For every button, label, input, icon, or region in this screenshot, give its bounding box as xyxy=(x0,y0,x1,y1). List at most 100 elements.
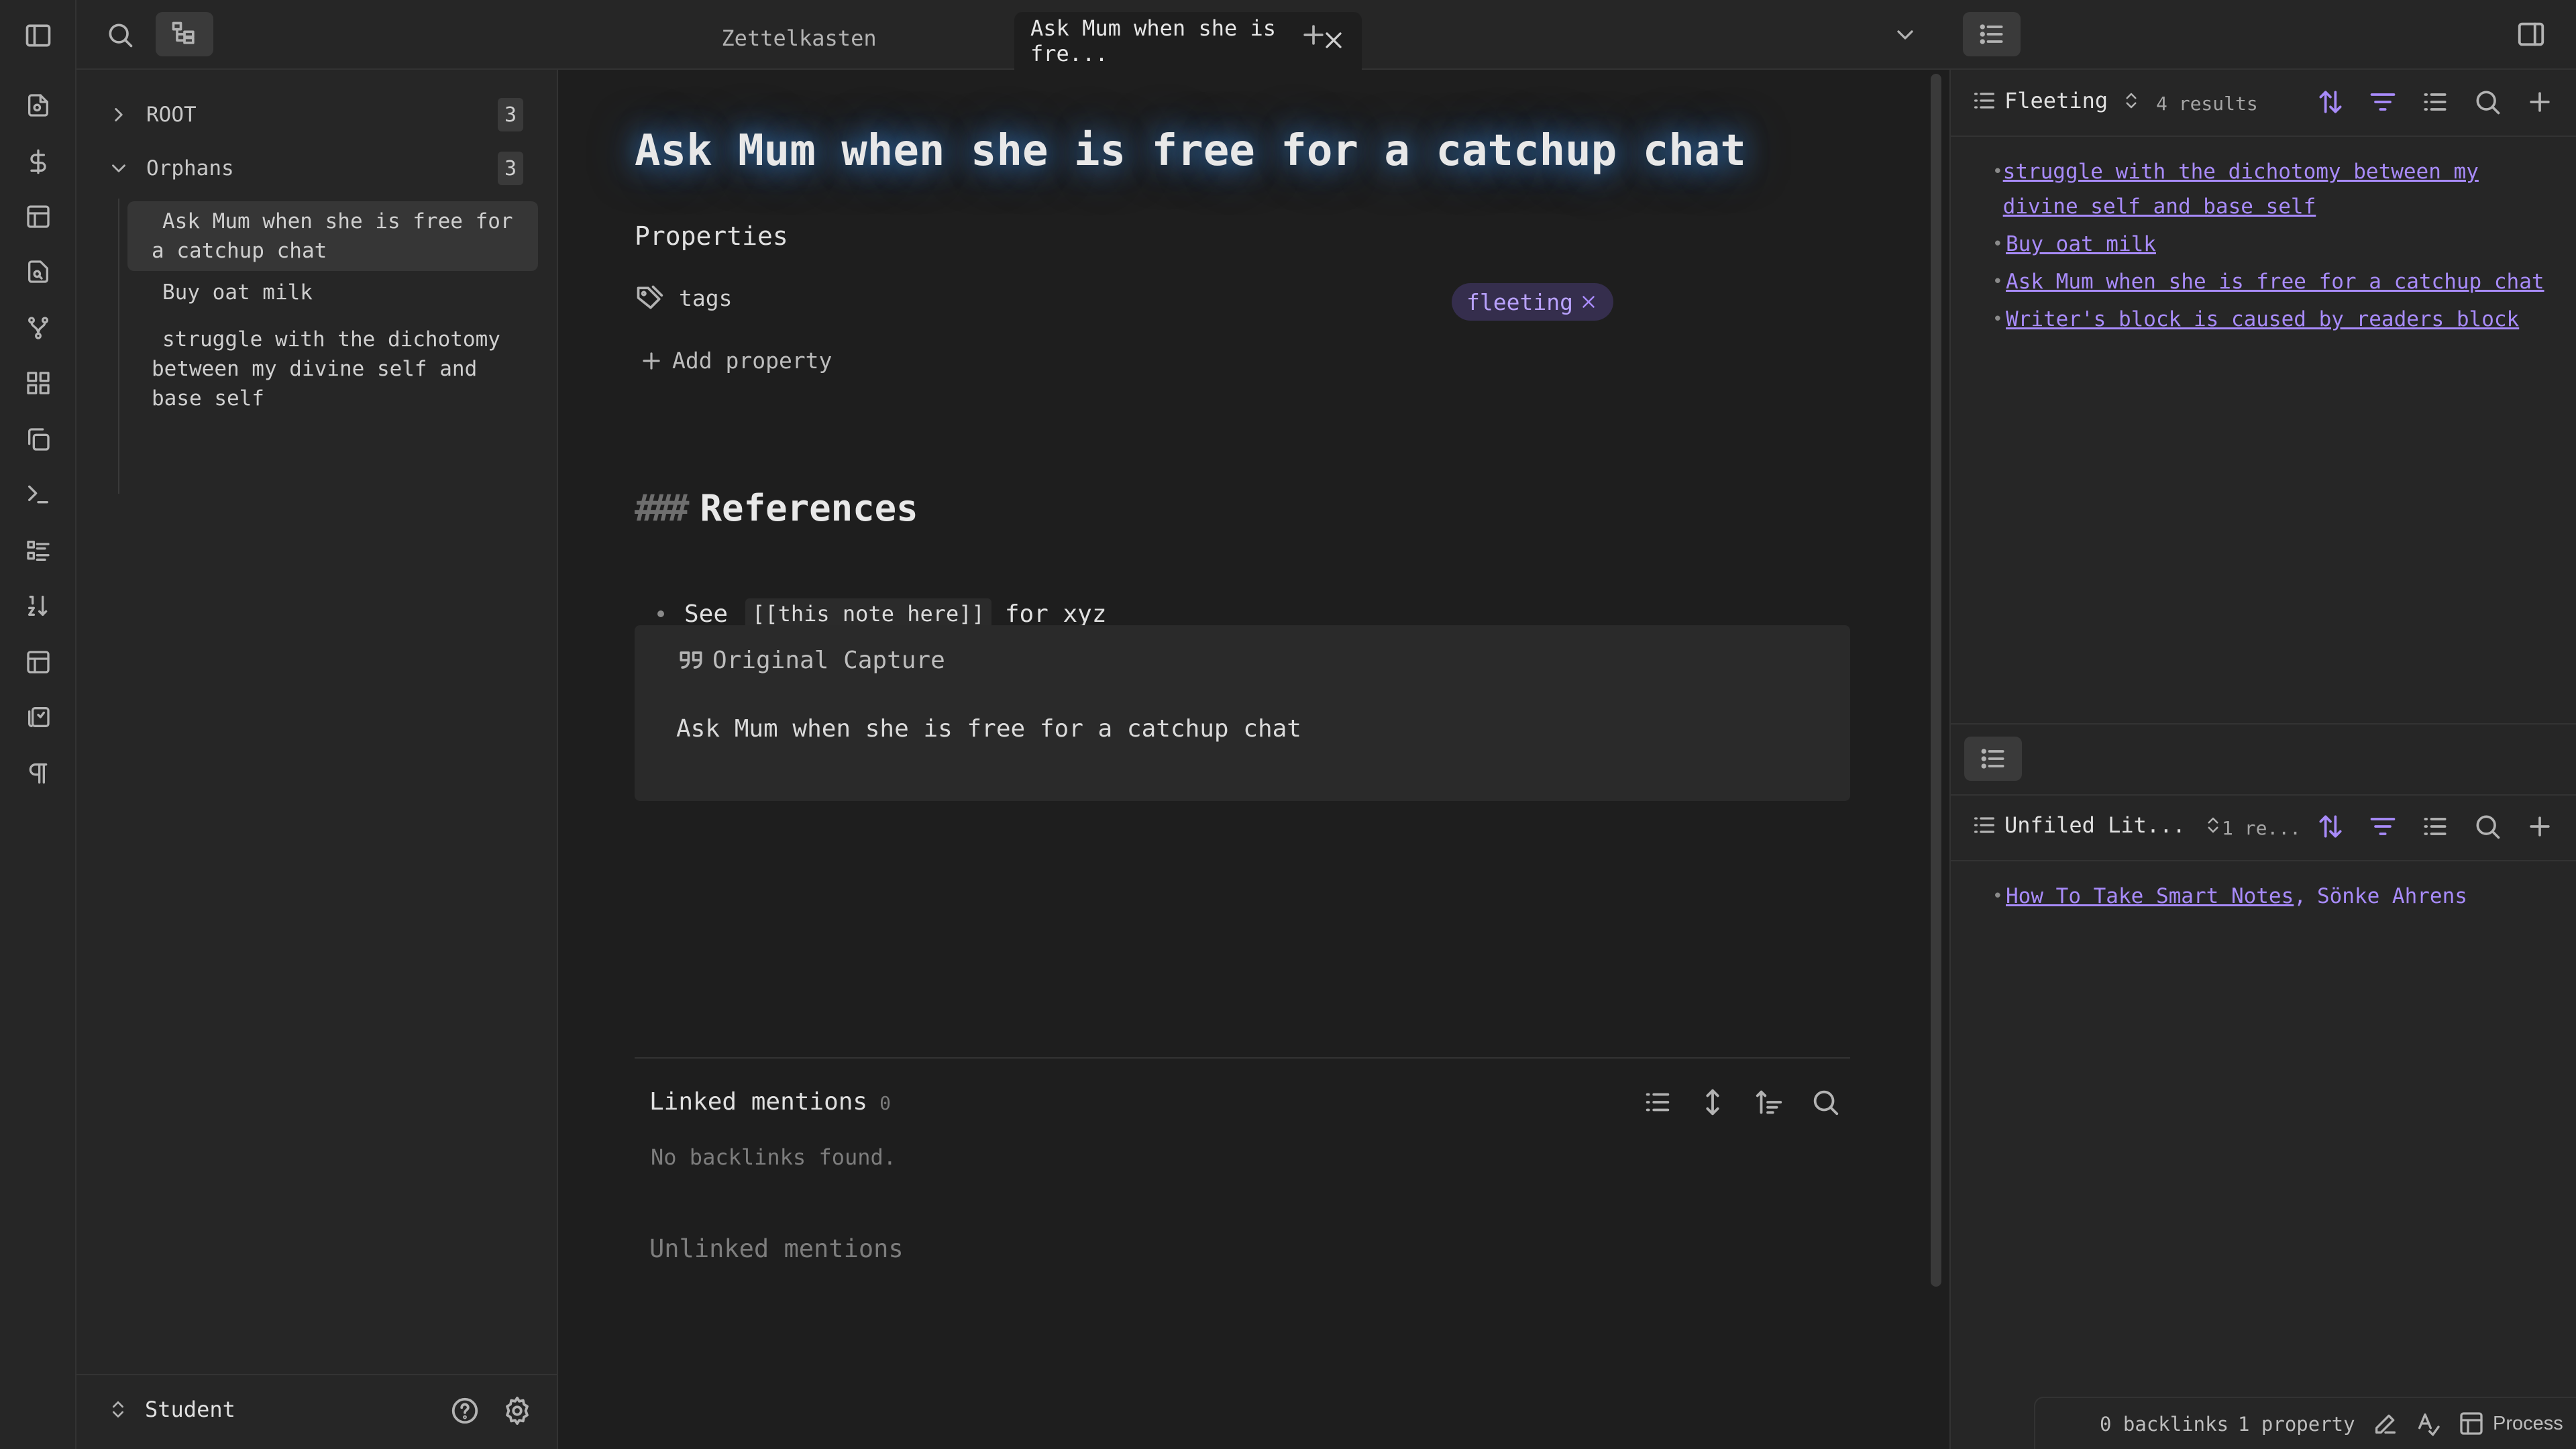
status-bar: 0 backlinks 1 property Process xyxy=(2034,1397,2576,1449)
list-item: • How To Take Smart Notes , Sönke Ahrens xyxy=(1992,879,2467,914)
add-icon[interactable] xyxy=(2525,812,2555,841)
unlinked-mentions-header[interactable]: Unlinked mentions xyxy=(649,1234,904,1263)
author-name: Sönke Ahrens xyxy=(2316,884,2467,908)
linked-mentions-label: Linked mentions xyxy=(649,1088,868,1116)
divider xyxy=(1951,860,2576,861)
toggle-left-sidebar-icon[interactable] xyxy=(21,19,55,52)
copy-icon[interactable] xyxy=(21,423,55,456)
result-link[interactable]: Writer's block is caused by readers bloc… xyxy=(2006,302,2519,337)
vault-switcher[interactable]: Student xyxy=(107,1397,235,1422)
result-link[interactable]: How To Take Smart Notes xyxy=(2006,879,2294,914)
cards-icon[interactable] xyxy=(21,700,55,734)
tab-bar: Zettelkasten Ask Mum when she is fre... xyxy=(76,0,2576,70)
settings-gear-icon[interactable] xyxy=(502,1395,533,1426)
property-tags[interactable]: tags xyxy=(635,283,732,313)
dollar-icon[interactable] xyxy=(21,145,55,178)
scrollbar[interactable] xyxy=(1931,74,1941,1287)
sort-arrows-icon[interactable] xyxy=(2316,812,2345,841)
list-icon[interactable] xyxy=(1964,737,2022,781)
divider xyxy=(1951,136,2576,137)
git-fork-icon[interactable] xyxy=(21,311,55,345)
toggle-right-sidebar-icon[interactable] xyxy=(2516,19,2546,50)
terminal-icon[interactable] xyxy=(21,478,55,511)
file-item[interactable]: Buy oat milk xyxy=(127,278,538,307)
layout-icon[interactable] xyxy=(21,645,55,679)
file-item[interactable]: struggle with the dichotomy between my d… xyxy=(127,325,538,413)
folder-root[interactable]: ROOT xyxy=(107,98,197,131)
process-button[interactable]: Process xyxy=(2458,1410,2563,1437)
edit-pencil-icon[interactable] xyxy=(2372,1410,2399,1437)
chevron-down-icon xyxy=(112,164,125,172)
new-tab-icon[interactable] xyxy=(1299,20,1328,50)
layout-icon xyxy=(2460,1412,2483,1435)
filter-icon[interactable] xyxy=(2368,812,2398,841)
left-ribbon xyxy=(0,0,76,1449)
query-name: Unfiled Lit... xyxy=(2004,812,2186,838)
list-icon xyxy=(1974,817,1994,833)
callout-original-capture[interactable]: Original Capture Ask Mum when she is fre… xyxy=(635,625,1850,801)
list-icon[interactable] xyxy=(1963,12,2021,56)
file-search-icon-2[interactable] xyxy=(21,255,55,288)
search-icon[interactable] xyxy=(2473,87,2502,117)
search-backlinks-icon[interactable] xyxy=(1810,1087,1841,1118)
tab-zettelkasten[interactable]: Zettelkasten xyxy=(588,9,1010,67)
backlinks-divider xyxy=(635,1057,1850,1059)
grid-icon[interactable] xyxy=(21,366,55,400)
table-icon[interactable] xyxy=(21,200,55,233)
search-icon[interactable] xyxy=(2473,812,2502,841)
remove-tag-icon[interactable] xyxy=(1578,292,1599,312)
note-title[interactable]: Ask Mum when she is free for a catchup c… xyxy=(635,126,1746,176)
file-search-icon[interactable] xyxy=(21,89,55,122)
spellcheck-icon[interactable] xyxy=(2415,1410,2442,1437)
tab-label: Zettelkasten xyxy=(721,25,877,51)
sort-icon[interactable] xyxy=(1754,1087,1784,1118)
list-view-icon[interactable] xyxy=(2420,812,2450,841)
help-icon[interactable] xyxy=(449,1395,480,1426)
file-item-active[interactable]: Ask Mum when she is free for a catchup c… xyxy=(127,201,538,271)
list-item: • struggle with the dichotomy between my… xyxy=(1992,154,2556,224)
chevrons-up-down-icon xyxy=(2208,817,2218,833)
results-list: • struggle with the dichotomy between my… xyxy=(1992,154,2556,337)
references-heading[interactable]: ### References xyxy=(635,487,918,529)
query-name: Fleeting xyxy=(2004,88,2108,113)
result-link[interactable]: Ask Mum when she is free for a catchup c… xyxy=(2006,264,2544,299)
sort-numbers-icon[interactable] xyxy=(21,589,55,623)
property-name: tags xyxy=(679,284,733,311)
search-icon[interactable] xyxy=(103,18,137,52)
tags-icon xyxy=(637,285,663,309)
query-selector-fleeting[interactable]: Fleeting xyxy=(1971,87,2141,114)
sort-arrows-icon[interactable] xyxy=(2316,87,2345,117)
divider xyxy=(1951,794,2576,796)
result-link[interactable]: Buy oat milk xyxy=(2006,227,2156,262)
query-selector-unfiled[interactable]: Unfiled Lit... xyxy=(1971,812,2223,839)
file-tree-icon[interactable] xyxy=(156,12,213,56)
list-checks-icon[interactable] xyxy=(21,534,55,568)
chevron-down-icon[interactable] xyxy=(1892,21,1919,48)
add-property-button[interactable]: Add property xyxy=(639,347,832,374)
tag-pill[interactable]: fleeting xyxy=(1452,283,1613,321)
list-icon[interactable] xyxy=(1642,1087,1673,1118)
callout-header: Original Capture xyxy=(676,645,945,675)
result-link[interactable]: struggle with the dichotomy between my d… xyxy=(2003,154,2556,224)
bullet-text: for xyz xyxy=(1004,600,1107,628)
linked-mentions-header[interactable]: Linked mentions 0 xyxy=(649,1088,891,1116)
vault-name: Student xyxy=(145,1397,235,1422)
list-view-icon[interactable] xyxy=(2420,87,2450,117)
quote-icon xyxy=(680,651,702,669)
folder-count: 3 xyxy=(498,152,523,185)
folder-label: ROOT xyxy=(146,103,197,127)
pilcrow-icon[interactable] xyxy=(21,757,55,790)
add-icon[interactable] xyxy=(2525,87,2555,117)
expand-vertical-icon[interactable] xyxy=(1697,1087,1728,1118)
pane-divider xyxy=(1951,723,2576,724)
filter-icon[interactable] xyxy=(2368,87,2398,117)
backlinks-count[interactable]: 0 backlinks xyxy=(2100,1413,2229,1436)
process-label: Process xyxy=(2493,1412,2563,1434)
tree-indent-guide xyxy=(118,199,119,494)
chevrons-up-down-icon xyxy=(113,1401,123,1417)
folder-orphans[interactable]: Orphans xyxy=(107,152,234,185)
bullet-text: See xyxy=(684,600,729,628)
results-count: 4 results xyxy=(2156,93,2258,115)
footer-divider xyxy=(76,1374,557,1375)
property-count[interactable]: 1 property xyxy=(2238,1413,2355,1436)
